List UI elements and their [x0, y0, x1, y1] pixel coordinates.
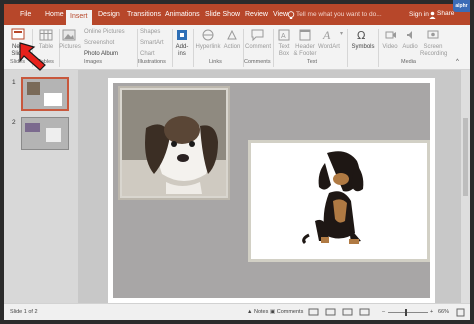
notes-label: Notes — [253, 309, 269, 315]
tell-me-box[interactable]: Tell me what you want to do... — [296, 11, 382, 18]
online-pictures-button[interactable]: Online Pictures — [84, 29, 125, 36]
slide-canvas[interactable] — [108, 78, 435, 303]
group-label-images: Images — [84, 59, 103, 65]
text-box-icon: A — [278, 29, 290, 41]
screen-recording-icon — [427, 30, 439, 39]
action-button[interactable]: Action — [222, 44, 242, 51]
pictures-icon — [62, 29, 76, 41]
group-label-media: Media — [401, 59, 416, 65]
svg-text:Ω: Ω — [357, 29, 365, 40]
slide-count: Slide 1 of 2 — [10, 309, 38, 315]
header-footer-icon — [299, 29, 311, 41]
person-icon — [429, 11, 436, 19]
screen-recording-button[interactable]: Screen Recording — [420, 44, 447, 58]
wordart-button[interactable]: WordArt — [317, 44, 341, 51]
scrollbar-thumb[interactable] — [463, 118, 468, 196]
group-label-links: Links — [209, 59, 222, 65]
audio-button[interactable]: Audio — [400, 44, 420, 51]
slide-thumbnail-1[interactable] — [21, 77, 69, 111]
thumbnail-number: 1 — [12, 79, 16, 86]
comments-label: Comments — [276, 309, 304, 315]
separator — [193, 29, 194, 67]
tab-animations[interactable]: Animations — [163, 8, 202, 25]
screenshot-button[interactable]: Screenshot — [84, 40, 114, 47]
omega-icon: Ω — [357, 29, 365, 40]
text-box-button[interactable]: Text Box — [275, 44, 293, 58]
thumbnail-photo — [46, 128, 61, 142]
comment-button[interactable]: Comment — [244, 44, 272, 51]
picture-frame-2[interactable] — [248, 140, 430, 262]
separator — [273, 29, 274, 67]
lightbulb-icon — [287, 11, 295, 19]
separator — [378, 29, 379, 67]
tab-insert[interactable]: Insert — [66, 10, 92, 25]
notes-button[interactable]: ▲ Notes — [247, 309, 268, 315]
thumbnail-photo — [44, 93, 62, 106]
audio-icon — [407, 31, 412, 39]
dachshund-puppy-photo — [302, 151, 364, 245]
slide-thumbnail-pane: 1 2 — [4, 70, 78, 303]
video-button[interactable]: Video — [380, 44, 400, 51]
chart-button[interactable]: Chart — [140, 51, 155, 58]
beagle-puppy-photo — [122, 90, 226, 196]
ribbon-insert: New Slide Table Pictures Online Pictures… — [4, 25, 470, 70]
comments-button[interactable]: ▣ Comments — [270, 309, 303, 315]
zoom-level[interactable]: 66% — [438, 309, 449, 315]
vertical-scrollbar[interactable] — [461, 70, 470, 303]
fit-slide-icon[interactable] — [456, 308, 465, 317]
thumbnail-photo — [25, 123, 40, 132]
pictures-button[interactable]: Pictures — [59, 44, 81, 51]
wordart-icon: A — [322, 28, 331, 40]
sign-in-link[interactable]: Sign in — [409, 11, 429, 18]
text-more-caret[interactable]: ▾ — [340, 31, 343, 38]
add-ins-button[interactable]: Add-ins — [173, 44, 191, 58]
zoom-in-button[interactable]: + — [430, 309, 433, 315]
slide-editing-area — [78, 70, 470, 303]
tab-slide-show[interactable]: Slide Show — [203, 8, 242, 25]
thumbnail-number: 2 — [12, 119, 16, 126]
share-button[interactable]: Share — [437, 10, 454, 17]
tab-home[interactable]: Home — [43, 8, 66, 25]
status-bar: Slide 1 of 2 ▲ Notes ▣ Comments – + 66% — [4, 303, 470, 320]
tab-file[interactable]: File — [18, 8, 33, 25]
zoom-out-button[interactable]: – — [382, 309, 385, 315]
photo-album-button[interactable]: Photo Album — [84, 51, 118, 58]
svg-text:A: A — [281, 33, 286, 40]
arrow-annotation — [19, 42, 46, 71]
view-buttons[interactable] — [308, 308, 378, 316]
group-label-text: Text — [307, 59, 318, 65]
window-content: { "app": {"name": "PowerPoint", "waterma… — [4, 4, 470, 320]
thumbnail-photo — [27, 82, 40, 95]
alphr-logo: alphr — [453, 0, 470, 12]
zoom-slider-thumb[interactable] — [405, 309, 407, 316]
zoom-slider[interactable] — [388, 312, 428, 313]
symbols-button[interactable]: Symbols — [350, 44, 376, 51]
group-label-comments: Comments — [244, 59, 271, 65]
slide-thumbnail-2[interactable] — [21, 117, 69, 150]
video-icon — [385, 31, 396, 39]
collapse-ribbon-caret[interactable]: ^ — [456, 59, 459, 66]
picture-frame-1[interactable] — [118, 86, 230, 200]
svg-text:A: A — [322, 28, 331, 40]
tab-transitions[interactable]: Transitions — [125, 8, 163, 25]
shapes-button[interactable]: Shapes — [140, 29, 160, 36]
separator — [347, 29, 348, 67]
action-icon — [227, 29, 237, 40]
add-ins-icon — [177, 30, 187, 40]
tab-review[interactable]: Review — [243, 8, 270, 25]
comment-icon — [251, 29, 264, 41]
ribbon-tab-bar: File Home Insert Design Transitions Anim… — [4, 4, 470, 25]
hyperlink-button[interactable]: Hyperlink — [195, 44, 221, 51]
tab-design[interactable]: Design — [96, 8, 122, 25]
powerpoint-window: { "app": {"name": "PowerPoint", "waterma… — [0, 0, 474, 324]
group-label-illustrations: Illustrations — [138, 59, 166, 65]
header-footer-button[interactable]: Header & Footer — [293, 44, 317, 58]
hyperlink-icon — [202, 29, 214, 41]
smartart-button[interactable]: SmartArt — [140, 40, 164, 47]
